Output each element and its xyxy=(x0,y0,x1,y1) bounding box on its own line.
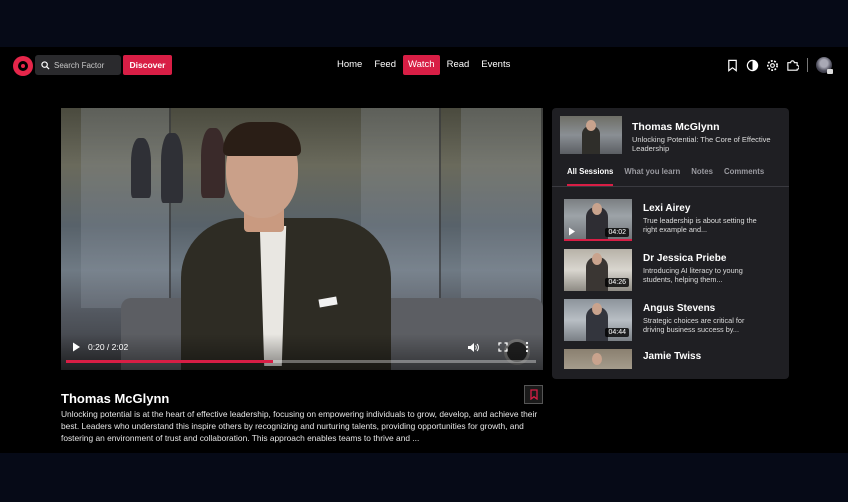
top-letterbox xyxy=(0,0,848,47)
bookmark-icon xyxy=(529,389,538,400)
video-player[interactable]: 0:20 / 2:02 xyxy=(61,108,543,370)
contrast-icon[interactable] xyxy=(746,59,759,72)
header-divider xyxy=(807,58,808,72)
tab-what-you-learn[interactable]: What you learn xyxy=(624,166,680,186)
settings-icon[interactable] xyxy=(766,59,779,72)
search-input[interactable] xyxy=(54,60,116,70)
session-summary: Introducing AI literacy to young student… xyxy=(643,266,743,284)
list-item[interactable]: 04:02 Lexi Airey True leadership is abou… xyxy=(552,196,789,246)
tab-notes[interactable]: Notes xyxy=(691,166,713,186)
avatar[interactable] xyxy=(816,57,833,74)
tab-comments[interactable]: Comments xyxy=(724,166,764,186)
bottom-letterbox xyxy=(0,453,848,502)
background-person xyxy=(161,133,183,203)
more-options-icon[interactable] xyxy=(525,341,529,353)
now-playing-thumbnail[interactable] xyxy=(560,116,622,154)
session-name: Lexi Airey xyxy=(643,203,691,214)
volume-icon[interactable] xyxy=(467,342,479,353)
now-playing-subtitle: Unlocking Potential: The Core of Effecti… xyxy=(632,135,771,153)
play-icon[interactable] xyxy=(69,340,83,354)
duration-badge: 04:26 xyxy=(605,278,629,287)
video-time: 0:20 / 2:02 xyxy=(88,342,129,352)
duration-badge: 04:44 xyxy=(605,328,629,337)
progress-fill xyxy=(66,360,273,363)
video-description: Unlocking potential is at the heart of e… xyxy=(61,409,538,443)
fullscreen-icon[interactable] xyxy=(498,342,508,352)
session-name: Jamie Twiss xyxy=(643,351,702,362)
tab-all-sessions[interactable]: All Sessions xyxy=(567,166,614,186)
now-playing-name: Thomas McGlynn xyxy=(632,121,720,133)
session-list: 04:02 Lexi Airey True leadership is abou… xyxy=(552,196,789,379)
session-summary: Strategic choices are critical for drivi… xyxy=(643,316,745,334)
speaker-hair xyxy=(223,122,301,156)
duration-badge: 04:02 xyxy=(605,228,629,237)
list-item[interactable]: 04:26 Dr Jessica Priebe Introducing AI l… xyxy=(552,246,789,296)
session-thumbnail[interactable]: 04:02 xyxy=(564,199,632,241)
main-nav: Home Feed Watch Read Events xyxy=(332,55,517,75)
session-thumbnail[interactable]: 04:44 xyxy=(564,299,632,341)
nav-feed[interactable]: Feed xyxy=(369,55,401,75)
watched-bar xyxy=(564,239,632,241)
sessions-panel: Thomas McGlynn Unlocking Potential: The … xyxy=(552,108,789,379)
session-name: Dr Jessica Priebe xyxy=(643,253,727,264)
list-item[interactable]: Jamie Twiss xyxy=(552,346,789,379)
video-title: Thomas McGlynn xyxy=(61,391,170,406)
play-icon xyxy=(569,227,575,236)
nav-home[interactable]: Home xyxy=(332,55,367,75)
list-item[interactable]: 04:44 Angus Stevens Strategic choices ar… xyxy=(552,296,789,346)
nav-events[interactable]: Events xyxy=(476,55,515,75)
background-window xyxy=(81,108,171,308)
search-box[interactable] xyxy=(35,55,121,75)
app-window: Discover Home Feed Watch Read Events 0:2… xyxy=(0,47,848,453)
session-thumbnail[interactable]: 04:26 xyxy=(564,249,632,291)
discover-button[interactable]: Discover xyxy=(123,55,172,75)
background-person xyxy=(131,138,151,198)
header-actions xyxy=(726,57,833,74)
target-logo-icon[interactable] xyxy=(13,56,33,76)
save-button[interactable] xyxy=(524,385,543,404)
background-window xyxy=(461,108,543,308)
background-person xyxy=(201,128,225,198)
nav-watch[interactable]: Watch xyxy=(403,55,440,75)
session-summary: True leadership is about setting the rig… xyxy=(643,216,757,234)
search-icon xyxy=(41,60,50,70)
panel-tabs: All Sessions What you learn Notes Commen… xyxy=(552,166,789,186)
nav-read[interactable]: Read xyxy=(442,55,475,75)
session-thumbnail[interactable] xyxy=(564,349,632,369)
puzzle-icon[interactable] xyxy=(786,59,799,72)
bookmark-icon[interactable] xyxy=(726,59,739,72)
video-controls: 0:20 / 2:02 xyxy=(61,334,543,370)
session-name: Angus Stevens xyxy=(643,303,716,314)
tabs-divider xyxy=(552,186,789,187)
